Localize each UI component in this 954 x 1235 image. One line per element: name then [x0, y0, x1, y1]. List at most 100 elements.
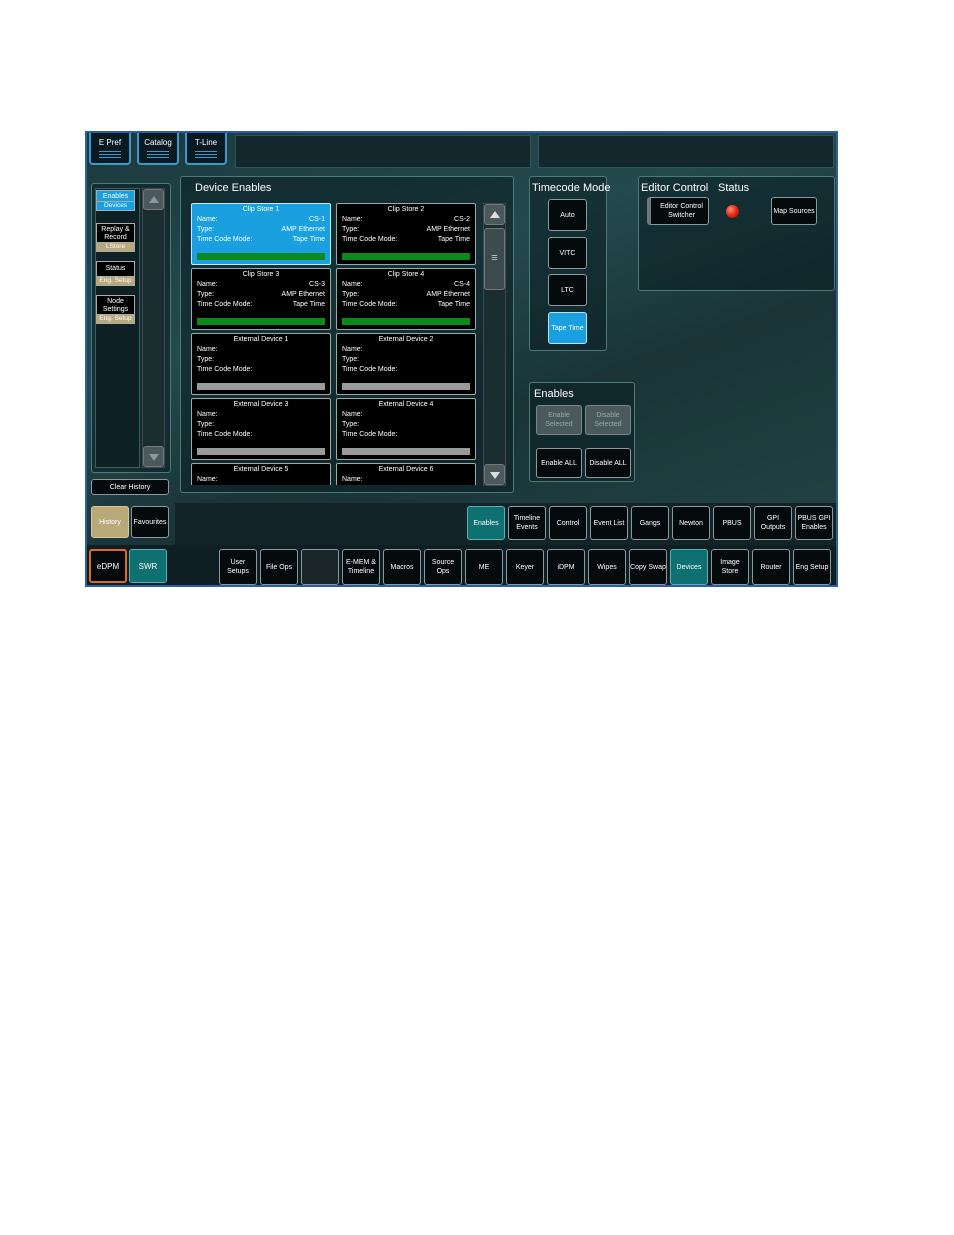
device-tcm-row: Time Code Mode: [197, 431, 325, 440]
history-scrollbar[interactable] [142, 188, 165, 468]
timecode-vitc-button[interactable]: VITC [548, 237, 587, 269]
subnav-event-list-button[interactable]: Event List [590, 506, 628, 540]
device-name-value: CS-3 [309, 281, 325, 288]
edpm-button[interactable]: eDPM [89, 549, 127, 583]
device-tcm-value: Tape Time [437, 236, 470, 243]
subnav-pbus-button[interactable]: PBUS [713, 506, 751, 540]
type-label: Type: [342, 291, 360, 298]
nav-source-ops-button[interactable]: Source Ops [424, 549, 462, 585]
button-label: GPI Outputs [760, 515, 786, 531]
device-card[interactable]: Clip Store 1 Name: CS-1 Type: AMP Ethernet Ti… [191, 203, 331, 265]
sidebar-item-enables[interactable]: Enables Devices [96, 190, 135, 211]
nav-eng-setup-button[interactable]: Eng Setup [793, 549, 831, 585]
tab-catalog[interactable]: Catalog [137, 133, 179, 165]
button-label: PBUS GPI Enables [797, 515, 831, 531]
device-scroll-down-button[interactable] [484, 464, 505, 485]
history-button[interactable]: History [91, 506, 129, 538]
device-name-row: Name: [197, 346, 325, 355]
timecode-ltc-button[interactable]: LTC [548, 274, 587, 306]
sidebar-item-status[interactable]: Status Eng. Setup [96, 261, 135, 286]
button-label: iDPM [557, 563, 575, 571]
device-card[interactable]: Clip Store 2 Name: CS-2 Type: AMP Ethernet Ti… [336, 203, 476, 265]
nav-wipes-button[interactable]: Wipes [588, 549, 626, 585]
device-tcm-row: Time Code Mode: [342, 366, 470, 375]
device-card[interactable]: External Device 3 Name: Type: Time Code Mod… [191, 398, 331, 460]
map-sources-button[interactable]: Map Sources [771, 197, 817, 225]
device-card[interactable]: External Device 2 Name: Type: Time Code Mod… [336, 333, 476, 395]
sub-nav-buttons: Enables Timeline Events Control Event List G… [467, 506, 836, 540]
button-label: Macros [390, 563, 414, 571]
nav-copy-swap-button[interactable]: Copy Swap [629, 549, 667, 585]
device-scroll-up-button[interactable] [484, 204, 505, 225]
sidebar-item-label: Node Settings [96, 295, 135, 314]
clear-history-button[interactable]: Clear History [91, 479, 169, 495]
nav-devices-button[interactable]: Devices [670, 549, 708, 585]
button-label: Editor Control Switcher [660, 203, 703, 219]
type-label: Type: [197, 291, 215, 298]
device-enables-screen: E Pref Catalog T-Line Enables Devices Re… [85, 131, 838, 587]
tcm-label: Time Code Mode: [342, 236, 398, 243]
scroll-down-button[interactable] [143, 446, 164, 467]
timecode-tape-time-button[interactable]: Tape Time [548, 312, 587, 344]
device-card[interactable]: Clip Store 3 Name: CS-3 Type: AMP Ethernet Ti… [191, 268, 331, 330]
device-type-row: Type: [342, 421, 470, 430]
nav-router-button[interactable]: Router [752, 549, 790, 585]
device-status-bar [342, 253, 470, 260]
device-type-row: Type: AMP Ethernet [197, 226, 325, 235]
device-name-value: CS-1 [309, 216, 325, 223]
device-card-title: Clip Store 2 [387, 206, 425, 213]
timecode-auto-button[interactable]: Auto [548, 199, 587, 231]
arrow-down-icon [489, 472, 500, 479]
nav-file-ops-button[interactable]: File Ops [260, 549, 298, 585]
swr-button[interactable]: SWR [129, 549, 167, 583]
editor-control-switcher-button[interactable]: Editor Control Switcher [647, 197, 709, 225]
tab-lines-decoration [99, 151, 121, 158]
type-label: Type: [197, 226, 215, 233]
subnav-pbus-gpi-enables-button[interactable]: PBUS GPI Enables [795, 506, 833, 540]
subnav-enables-button[interactable]: Enables [467, 506, 505, 540]
favourites-button[interactable]: Favourites [131, 506, 169, 538]
device-name-value: CS-4 [454, 281, 470, 288]
tab-e-pref[interactable]: E Pref [89, 133, 131, 165]
disable-selected-button[interactable]: Disable Selected [585, 405, 631, 435]
scroll-up-button[interactable] [143, 189, 164, 210]
device-card[interactable]: External Device 5Name:Type:Time Code Mod… [191, 463, 331, 485]
nav-user-setups-button[interactable]: User Setups [219, 549, 257, 585]
button-label: Enables [473, 519, 499, 527]
subnav-gpi-outputs-button[interactable]: GPI Outputs [754, 506, 792, 540]
name-label: Name: [342, 476, 363, 483]
sidebar-item-node-settings[interactable]: Node Settings Eng. Setup [96, 295, 135, 324]
nav-idpm-button[interactable]: iDPM [547, 549, 585, 585]
nav-me-button[interactable]: ME [465, 549, 503, 585]
nav-e-mem-timeline-button[interactable]: E-MEM & Timeline [342, 549, 380, 585]
nav-macros-button[interactable]: Macros [383, 549, 421, 585]
subnav-gangs-button[interactable]: Gangs [631, 506, 669, 540]
sidebar-item-replay-record[interactable]: Replay & Record LStore [96, 223, 135, 252]
device-card[interactable]: External Device 4 Name: Type: Time Code Mod… [336, 398, 476, 460]
button-label: VITC [559, 249, 576, 257]
device-status-bar [197, 253, 325, 260]
button-label: Image Store [720, 559, 740, 575]
subnav-newton-button[interactable]: Newton [672, 506, 710, 540]
enables-title: Enables [534, 388, 574, 400]
device-scroll-thumb[interactable]: ≡ [484, 228, 505, 290]
device-card[interactable]: Clip Store 4 Name: CS-4 Type: AMP Ethernet Ti… [336, 268, 476, 330]
button-label: Timeline Events [513, 515, 541, 531]
timecode-mode-title: Timecode Mode [532, 182, 611, 194]
tab-t-line[interactable]: T-Line [185, 133, 227, 165]
nav-keyer-button[interactable]: Keyer [506, 549, 544, 585]
subnav-timeline-events-button[interactable]: Timeline Events [508, 506, 546, 540]
button-label: Devices [676, 563, 702, 571]
clear-history-label: Clear History [109, 483, 151, 491]
disable-all-button[interactable]: Disable ALL [585, 448, 631, 478]
tab-label: T-Line [194, 138, 218, 147]
nav-empty-button[interactable] [301, 549, 339, 585]
enable-all-button[interactable]: Enable ALL [536, 448, 582, 478]
button-label: ME [478, 563, 490, 571]
enable-selected-button[interactable]: Enable Selected [536, 405, 582, 435]
subnav-control-button[interactable]: Control [549, 506, 587, 540]
nav-image-store-button[interactable]: Image Store [711, 549, 749, 585]
tcm-label: Time Code Mode: [197, 301, 253, 308]
device-card[interactable]: External Device 6Name:Type:Time Code Mod… [336, 463, 476, 485]
device-card[interactable]: External Device 1 Name: Type: Time Code Mod… [191, 333, 331, 395]
